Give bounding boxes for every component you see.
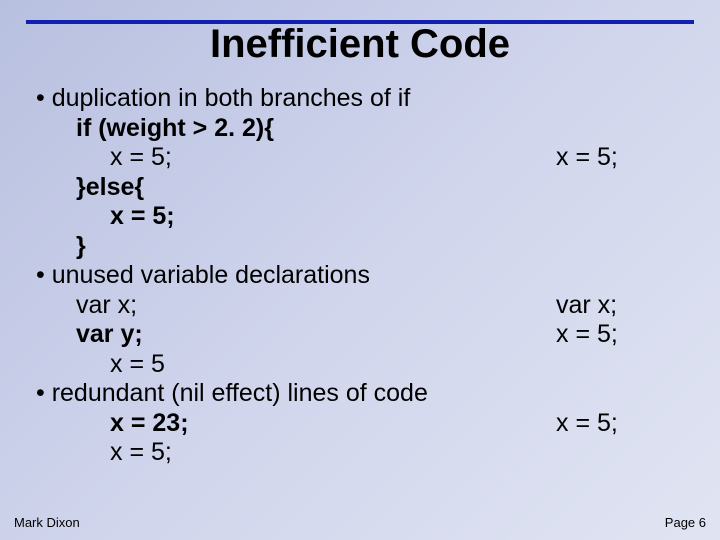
code-line: }else{ bbox=[36, 173, 556, 203]
code-line: var y; bbox=[36, 320, 556, 350]
bullet-redundant: redundant (nil effect) lines of code bbox=[36, 379, 696, 409]
code-row: if (weight > 2. 2){ bbox=[36, 114, 696, 144]
code-row: x = 23; x = 5; bbox=[36, 409, 696, 439]
code-row: var y; x = 5; bbox=[36, 320, 696, 350]
code-row: } bbox=[36, 232, 696, 262]
bullet-duplication: duplication in both branches of if bbox=[36, 84, 696, 114]
code-line: x = 5; bbox=[36, 143, 556, 173]
code-row: }else{ bbox=[36, 173, 696, 203]
code-line: x = 5; bbox=[36, 202, 556, 232]
bullet-unused: unused variable declarations bbox=[36, 261, 696, 291]
code-line: } bbox=[36, 232, 556, 262]
right-col: var x; bbox=[556, 291, 696, 321]
slide-title: Inefficient Code bbox=[0, 22, 720, 67]
right-col: x = 5; bbox=[556, 320, 696, 350]
code-row: x = 5; bbox=[36, 438, 696, 468]
slide: Inefficient Code duplication in both bra… bbox=[0, 0, 720, 540]
code-line: if (weight > 2. 2){ bbox=[36, 114, 556, 144]
slide-content: duplication in both branches of if if (w… bbox=[36, 84, 696, 468]
code-line: x = 5; bbox=[36, 438, 556, 468]
code-row: x = 5 bbox=[36, 350, 696, 380]
code-row: x = 5; x = 5; bbox=[36, 143, 696, 173]
code-row: var x; var x; bbox=[36, 291, 696, 321]
right-col: x = 5; bbox=[556, 143, 696, 173]
code-line: x = 5 bbox=[36, 350, 556, 380]
right-col: x = 5; bbox=[556, 409, 696, 439]
footer-author: Mark Dixon bbox=[14, 515, 80, 530]
footer-page: Page 6 bbox=[665, 515, 706, 530]
code-line: var x; bbox=[36, 291, 556, 321]
code-row: x = 5; bbox=[36, 202, 696, 232]
code-line: x = 23; bbox=[36, 409, 556, 439]
